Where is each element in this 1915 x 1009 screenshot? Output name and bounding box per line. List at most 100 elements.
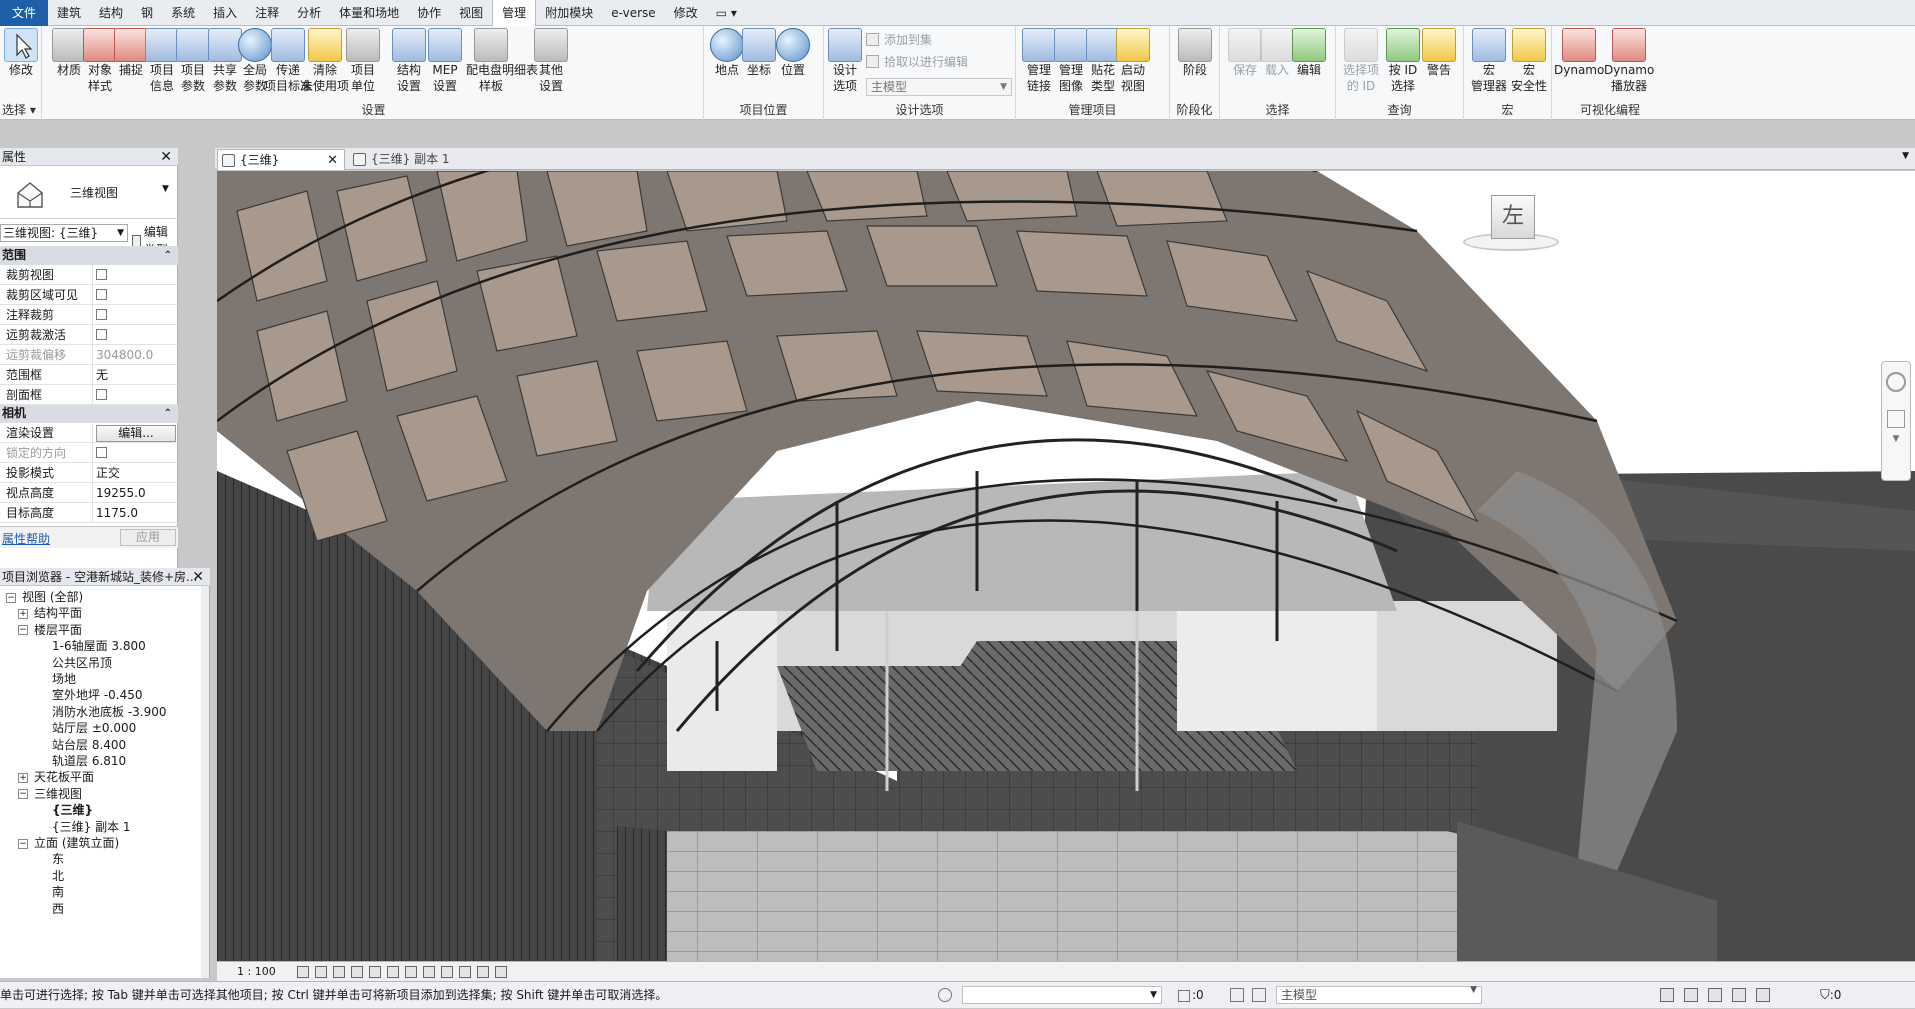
view-cube[interactable]: 左 [1463,195,1559,257]
menu-item-5[interactable]: 插入 [204,0,246,26]
property-value[interactable]: 编辑... [92,423,178,443]
close-icon[interactable]: ✕ [160,148,172,166]
select-by-id-button[interactable]: 按 ID 选择 [1384,28,1422,94]
zoom-icon[interactable] [1887,410,1905,428]
menu-item-9[interactable]: 协作 [408,0,450,26]
collapse-icon[interactable]: − [6,592,16,603]
close-icon[interactable]: ✕ [327,150,338,171]
workset-dropdown[interactable]: ▼ [962,986,1162,1004]
dynamo-player-button[interactable]: Dynamo 播放器 [1604,28,1654,94]
quick-access-toggle-icon[interactable]: ▭ ▾ [707,0,746,26]
show-crop-icon[interactable] [405,966,417,978]
view-scale[interactable]: 1 : 100 [237,962,276,982]
mep-settings-button[interactable]: MEP 设置 [426,28,464,94]
unlock-3d-icon[interactable] [423,966,435,978]
select-pinned-icon[interactable] [1708,988,1722,1002]
menu-item-13[interactable]: e-verse [602,0,664,26]
render-icon[interactable] [369,966,381,978]
warnings-button[interactable]: 警告 [1420,28,1458,78]
collapse-icon[interactable]: − [18,789,28,800]
menu-item-11[interactable]: 管理 [492,0,537,26]
design-options-icon[interactable] [1252,988,1266,1002]
render-settings-edit-button[interactable]: 编辑... [96,425,176,442]
expand-icon[interactable]: + [18,772,28,783]
position-button[interactable]: 位置 [774,28,812,78]
collapse-icon[interactable]: − [18,625,28,636]
menu-item-4[interactable]: 系统 [162,0,204,26]
macro-security-button[interactable]: 宏安全性 [1510,28,1548,94]
pick-to-edit-button[interactable]: 拾取以进行编辑 [866,53,968,70]
select-links-icon[interactable] [1660,988,1674,1002]
reveal-hidden-icon[interactable] [459,966,471,978]
menu-item-7[interactable]: 分析 [288,0,330,26]
modify-button[interactable]: 修改 [2,28,40,78]
browser-scrollbar[interactable] [201,586,209,978]
other-settings-button[interactable]: 其他 设置 [532,28,570,94]
chevron-down-icon[interactable]: ▼ [1882,434,1910,444]
macro-manager-button[interactable]: 宏管理器 [1470,28,1508,94]
checkbox[interactable] [96,447,107,458]
property-value[interactable] [92,305,178,325]
type-selector[interactable]: 三维视图 ▼ [0,167,178,219]
apply-button[interactable]: 应用 [120,529,176,546]
panel-template-button[interactable]: 配电盘明细表 样板 [466,28,538,94]
analytical-model-icon[interactable] [477,966,489,978]
property-value[interactable]: 无 [92,365,178,385]
dynamo-button[interactable]: Dynamo [1554,28,1604,78]
temp-hide-icon[interactable] [441,966,453,978]
property-value[interactable] [92,265,178,285]
checkbox[interactable] [96,269,107,280]
menu-item-1[interactable]: 建筑 [48,0,90,26]
drag-on-selection-icon[interactable] [1756,988,1770,1002]
crop-view-icon[interactable] [387,966,399,978]
tab-3d-view-copy[interactable]: {三维} 副本 1 [349,149,469,170]
design-option-dropdown[interactable]: 主模型 ▼ [866,78,1012,96]
expand-icon[interactable]: + [18,608,28,619]
property-value[interactable]: 304800.0 [92,345,178,365]
tab-menu-chevron-icon[interactable]: ▼ [1902,151,1909,161]
edit-selection-button[interactable]: 编辑 [1290,28,1328,78]
select-by-face-icon[interactable] [1732,988,1746,1002]
property-value[interactable] [92,385,178,405]
menu-item-3[interactable]: 钢 [132,0,162,26]
property-value[interactable] [92,285,178,305]
menu-item-12[interactable]: 附加模块 [536,0,602,26]
tree-item[interactable]: 西 [52,900,64,920]
checkbox[interactable] [96,389,107,400]
checkbox[interactable] [96,289,107,300]
visual-style-icon[interactable] [315,966,327,978]
section-extents[interactable]: 范围 ⌃ [0,246,178,265]
editable-only-icon[interactable] [1230,988,1244,1002]
phases-button[interactable]: 阶段 [1176,28,1214,78]
sun-path-icon[interactable] [333,966,345,978]
select-underlay-icon[interactable] [1684,988,1698,1002]
menu-item-14[interactable]: 修改 [665,0,707,26]
worksets-icon[interactable] [938,988,952,1002]
menu-item-10[interactable]: 视图 [450,0,492,26]
menu-item-2[interactable]: 结构 [90,0,132,26]
checkbox[interactable] [96,309,107,320]
navigation-bar[interactable]: ▼ [1881,361,1911,481]
highlight-displacement-icon[interactable] [495,966,507,978]
menu-item-8[interactable]: 体量和场地 [330,0,408,26]
design-options-button[interactable]: 设计 选项 [826,28,864,94]
steering-wheel-icon[interactable] [1886,372,1906,392]
section-camera[interactable]: 相机 ⌃ [0,404,178,423]
view-cube-face-left[interactable]: 左 [1491,195,1535,239]
starting-view-button[interactable]: 启动 视图 [1114,28,1152,94]
filter-count[interactable]: ⛉:0 [1820,982,1841,1009]
shadows-icon[interactable] [351,966,363,978]
properties-help-link[interactable]: 属性帮助 [2,530,50,547]
checkbox[interactable] [96,329,107,340]
tab-3d-view[interactable]: {三维} ✕ [217,149,345,170]
close-icon[interactable]: ✕ [192,568,204,586]
property-value[interactable]: 19255.0 [92,483,178,503]
collapse-icon[interactable]: − [18,838,28,849]
ribbon-group-label-select[interactable]: 选择 ▾ [0,101,41,118]
menu-item-0[interactable]: 文件 [0,0,49,26]
ids-of-selection-button[interactable]: 选择项的 ID [1342,28,1380,94]
3d-viewport[interactable]: 左 ▼ [217,171,1915,961]
detail-level-icon[interactable] [297,966,309,978]
property-value[interactable]: 正交 [92,463,178,483]
tree-item[interactable]: − 立面 (建筑立面) [18,834,119,854]
